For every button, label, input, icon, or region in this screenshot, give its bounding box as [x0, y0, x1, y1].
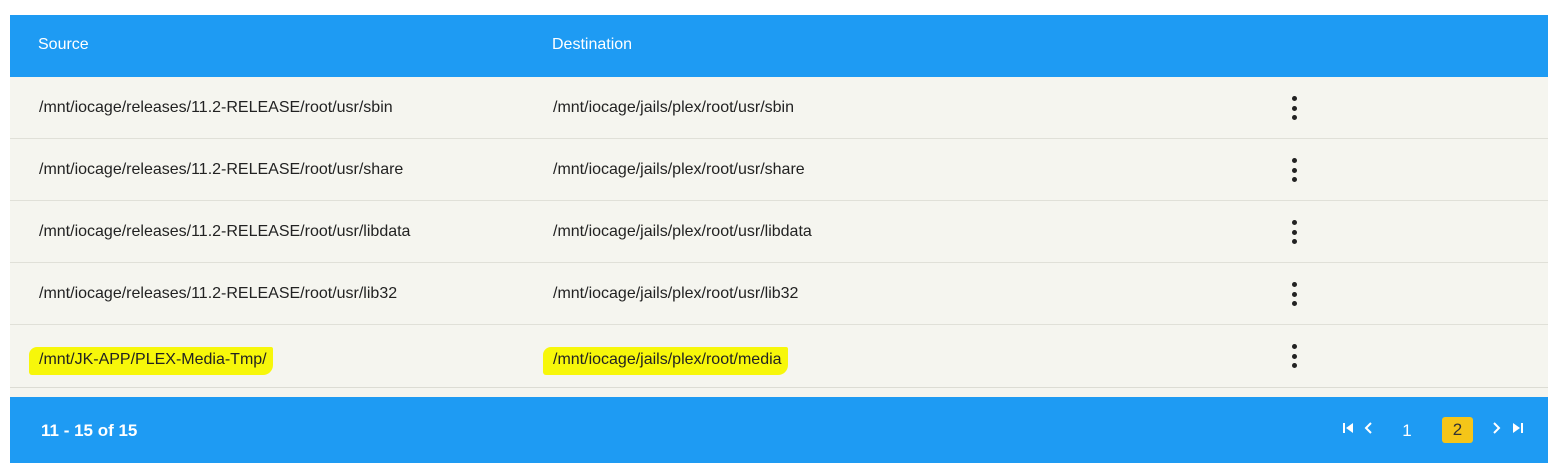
source-cell: /mnt/iocage/releases/11.2-RELEASE/root/u…	[39, 223, 411, 240]
page-range-label: 11 - 15 of 15	[41, 421, 138, 440]
mount-points-table: Source Destination /mnt/iocage/releases/…	[10, 15, 1548, 463]
last-page-icon[interactable]	[1509, 419, 1527, 437]
table-header: Source Destination	[10, 15, 1548, 77]
page-button-2-current[interactable]: 2	[1442, 417, 1473, 443]
table-row: /mnt/iocage/releases/11.2-RELEASE/root/u…	[10, 263, 1548, 325]
destination-cell: /mnt/iocage/jails/plex/root/usr/libdata	[553, 223, 812, 240]
first-page-icon[interactable]	[1339, 419, 1357, 437]
table-row: /mnt/iocage/releases/11.2-RELEASE/root/u…	[10, 77, 1548, 139]
column-header-destination[interactable]: Destination	[552, 36, 632, 54]
source-cell: /mnt/iocage/releases/11.2-RELEASE/root/u…	[39, 285, 398, 302]
destination-cell: /mnt/iocage/jails/plex/root/usr/sbin	[553, 99, 794, 116]
table-row: /mnt/iocage/releases/11.2-RELEASE/root/u…	[10, 139, 1548, 201]
page-button-1[interactable]: 1	[1398, 421, 1416, 441]
more-vert-icon[interactable]	[1284, 344, 1304, 368]
prev-page-icon[interactable]	[1360, 419, 1378, 437]
column-header-source[interactable]: Source	[38, 36, 89, 54]
more-vert-icon[interactable]	[1284, 158, 1304, 182]
destination-cell: /mnt/iocage/jails/plex/root/usr/share	[553, 161, 805, 178]
more-vert-icon[interactable]	[1284, 96, 1304, 120]
destination-cell-highlighted: /mnt/iocage/jails/plex/root/media	[543, 347, 788, 375]
more-vert-icon[interactable]	[1284, 282, 1304, 306]
table-body: /mnt/iocage/releases/11.2-RELEASE/root/u…	[10, 77, 1548, 388]
table-footer-paginator: 11 - 15 of 15 1 2	[10, 397, 1548, 463]
more-vert-icon[interactable]	[1284, 220, 1304, 244]
source-cell-highlighted: /mnt/JK-APP/PLEX-Media-Tmp/	[29, 347, 273, 375]
table-row: /mnt/iocage/releases/11.2-RELEASE/root/u…	[10, 201, 1548, 263]
table-row: /mnt/JK-APP/PLEX-Media-Tmp/ /mnt/iocage/…	[10, 325, 1548, 388]
source-cell: /mnt/iocage/releases/11.2-RELEASE/root/u…	[39, 161, 404, 178]
source-cell: /mnt/iocage/releases/11.2-RELEASE/root/u…	[39, 99, 393, 116]
destination-cell: /mnt/iocage/jails/plex/root/usr/lib32	[553, 285, 799, 302]
next-page-icon[interactable]	[1487, 419, 1505, 437]
